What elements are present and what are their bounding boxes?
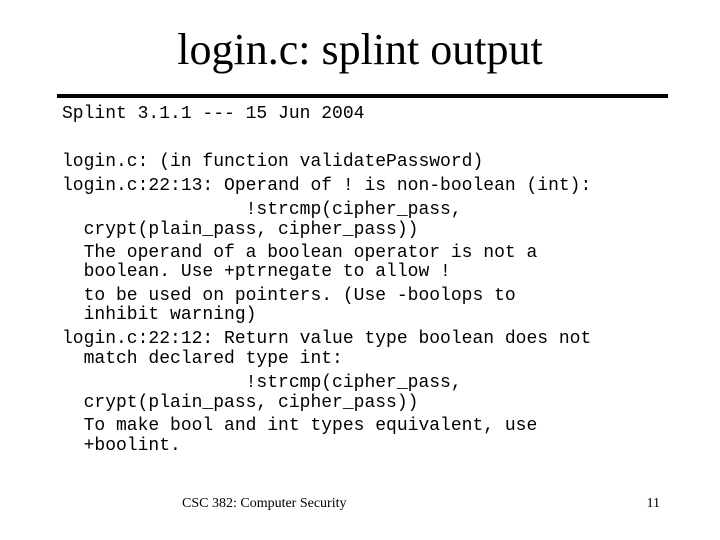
splint-version-line: Splint 3.1.1 --- 15 Jun 2004 xyxy=(62,104,365,124)
output-line: crypt(plain_pass, cipher_pass)) xyxy=(62,220,419,240)
output-line: !strcmp(cipher_pass, xyxy=(62,373,462,393)
output-line: To make bool and int types equivalent, u… xyxy=(62,416,538,436)
output-line: to be used on pointers. (Use -boolops to xyxy=(62,286,516,306)
footer-page-number: 11 xyxy=(646,496,660,511)
output-line: inhibit warning) xyxy=(62,305,257,325)
output-line: crypt(plain_pass, cipher_pass)) xyxy=(62,393,419,413)
output-line: The operand of a boolean operator is not… xyxy=(62,243,538,263)
output-line: +boolint. xyxy=(62,436,181,456)
output-line: login.c: (in function validatePassword) xyxy=(62,152,484,172)
footer-course-name: CSC 382: Computer Security xyxy=(182,496,347,511)
output-line: boolean. Use +ptrnegate to allow ! xyxy=(62,262,451,282)
output-line: login.c:22:12: Return value type boolean… xyxy=(62,329,592,349)
output-line: login.c:22:13: Operand of ! is non-boole… xyxy=(62,176,592,196)
output-line: match declared type int: xyxy=(62,349,343,369)
output-line: !strcmp(cipher_pass, xyxy=(62,200,462,220)
slide-title: login.c: splint output xyxy=(177,25,543,74)
title-divider xyxy=(57,94,668,98)
